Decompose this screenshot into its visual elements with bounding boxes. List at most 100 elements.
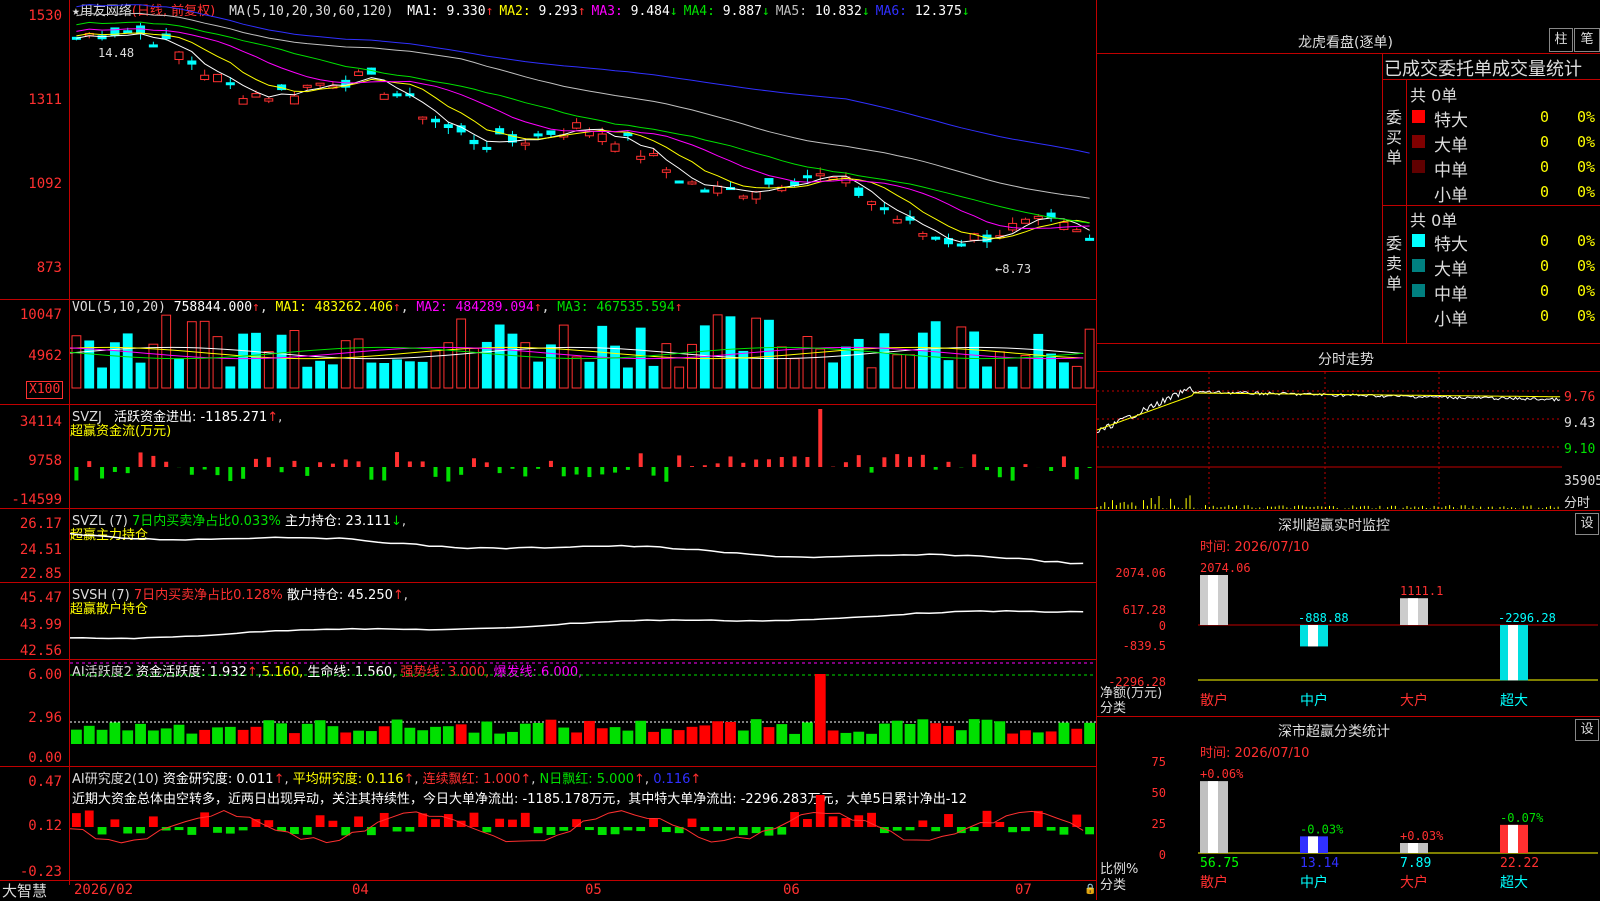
candle xyxy=(739,196,747,198)
ma-label: MA(5,10,20,30,60,120) xyxy=(229,4,393,19)
net-value-label: -2296.28 xyxy=(1498,611,1556,625)
candle xyxy=(598,134,606,142)
activity-bar xyxy=(712,721,723,744)
volume-bar xyxy=(623,368,632,388)
activity-bar xyxy=(725,722,736,744)
svzl-y-tick: 24.51 xyxy=(0,542,62,558)
volume-bar xyxy=(585,362,594,388)
research-bar xyxy=(790,812,799,827)
activity-bar xyxy=(135,724,146,744)
candle xyxy=(1034,216,1042,218)
candle xyxy=(893,219,901,223)
flow-bar xyxy=(113,467,117,472)
flow-bar xyxy=(664,467,668,482)
category-label: 大户 xyxy=(1400,874,1428,891)
ratio-value-label: 13.14 xyxy=(1300,856,1339,871)
tick-mode-button[interactable]: 笔 xyxy=(1574,28,1600,52)
activity-bar xyxy=(866,734,877,744)
flow-bar xyxy=(857,455,861,467)
activity-bar xyxy=(109,722,120,744)
candle xyxy=(573,123,581,128)
research-bar xyxy=(1085,827,1094,834)
candle xyxy=(868,202,876,205)
candle xyxy=(149,45,157,47)
research-bar xyxy=(842,818,851,827)
ratio-bar-highlight xyxy=(1208,781,1218,853)
vol-unit-button[interactable]: X100 xyxy=(26,381,63,399)
bar-mode-button[interactable]: 柱 xyxy=(1549,28,1573,52)
intraday-price-low: 9.10 xyxy=(1564,442,1595,457)
volume-bar xyxy=(175,359,184,388)
flow-bar xyxy=(934,467,938,470)
flow-bar xyxy=(74,467,78,480)
research-bar xyxy=(726,827,735,830)
activity-bar xyxy=(276,723,287,744)
air-chart xyxy=(70,767,1096,880)
volume-bar xyxy=(72,336,81,388)
activity-bar xyxy=(1020,730,1031,744)
volume-bar xyxy=(534,362,543,388)
activity-bar xyxy=(597,728,608,744)
research-bar xyxy=(354,816,363,827)
divider xyxy=(1382,205,1600,206)
research-bar xyxy=(983,811,992,827)
research-bar xyxy=(713,827,722,831)
flow-bar xyxy=(446,467,450,482)
lock-icon[interactable]: 🔒 xyxy=(1084,884,1096,895)
svzj-y-tick: 9758 xyxy=(0,453,62,469)
svzl-y-tick: 22.85 xyxy=(0,566,62,582)
x-tick: 06 xyxy=(783,882,800,898)
category-label: 中户 xyxy=(1300,692,1328,709)
buy-side-label: 委买单 xyxy=(1386,108,1404,168)
volume-bar xyxy=(136,363,145,388)
sz-monitor-settings-button[interactable]: 设 xyxy=(1575,513,1599,535)
divider xyxy=(1096,343,1600,344)
research-bar xyxy=(508,820,517,827)
buy-color-swatch xyxy=(1412,185,1425,198)
ma3-readout: MA3: 9.484↓ xyxy=(592,4,678,19)
ratio-delta-label: -0.07% xyxy=(1500,811,1544,825)
candle xyxy=(470,140,478,143)
flow-bar xyxy=(87,461,91,467)
candle xyxy=(355,72,363,76)
intraday-chart[interactable] xyxy=(1097,372,1562,509)
intraday-title: 分时走势 xyxy=(1318,349,1374,369)
activity-bar xyxy=(379,726,390,744)
flow-bar xyxy=(844,462,848,467)
sz-monitor-time: 时间: 2026/07/10 xyxy=(1200,536,1309,555)
flow-bar xyxy=(357,461,361,467)
candle xyxy=(957,244,965,246)
dragon-tab[interactable]: 已成交委托单成交量统计 xyxy=(1384,55,1582,81)
flow-bar xyxy=(703,465,707,467)
activity-bar xyxy=(956,730,967,744)
net-bar-highlight xyxy=(1208,575,1218,625)
buy-row-count: 0 xyxy=(1540,158,1549,176)
brand-logo[interactable]: 大智慧 xyxy=(2,880,47,901)
candle xyxy=(855,188,863,195)
candle xyxy=(239,99,247,105)
buy-row-label: 小单 xyxy=(1434,181,1468,206)
activity-bar xyxy=(764,727,775,744)
volume-bar xyxy=(1008,367,1017,388)
szc-y-tick: 50 xyxy=(1104,786,1166,800)
sz-class-settings-button[interactable]: 设 xyxy=(1575,719,1599,741)
activity-bar xyxy=(1007,734,1018,744)
candlestick-chart[interactable] xyxy=(70,18,1096,298)
volume-bar xyxy=(739,351,748,388)
sell-row-label: 大单 xyxy=(1434,255,1468,280)
volume-bar xyxy=(98,368,107,388)
candle xyxy=(932,237,940,239)
category-label: 散户 xyxy=(1200,874,1228,891)
volume-bar xyxy=(290,331,299,388)
stock-name[interactable]: 用友网络 xyxy=(80,4,132,19)
flow-bar xyxy=(510,467,514,469)
flow-bar xyxy=(395,452,399,467)
volume-bar xyxy=(803,336,812,388)
x-axis-line xyxy=(0,880,1096,881)
volume-bar xyxy=(983,367,992,388)
flow-bar xyxy=(408,461,412,467)
volume-bar xyxy=(239,334,248,388)
activity-bar xyxy=(71,730,82,744)
activity-bar xyxy=(212,727,223,744)
activity-bar xyxy=(648,732,659,744)
